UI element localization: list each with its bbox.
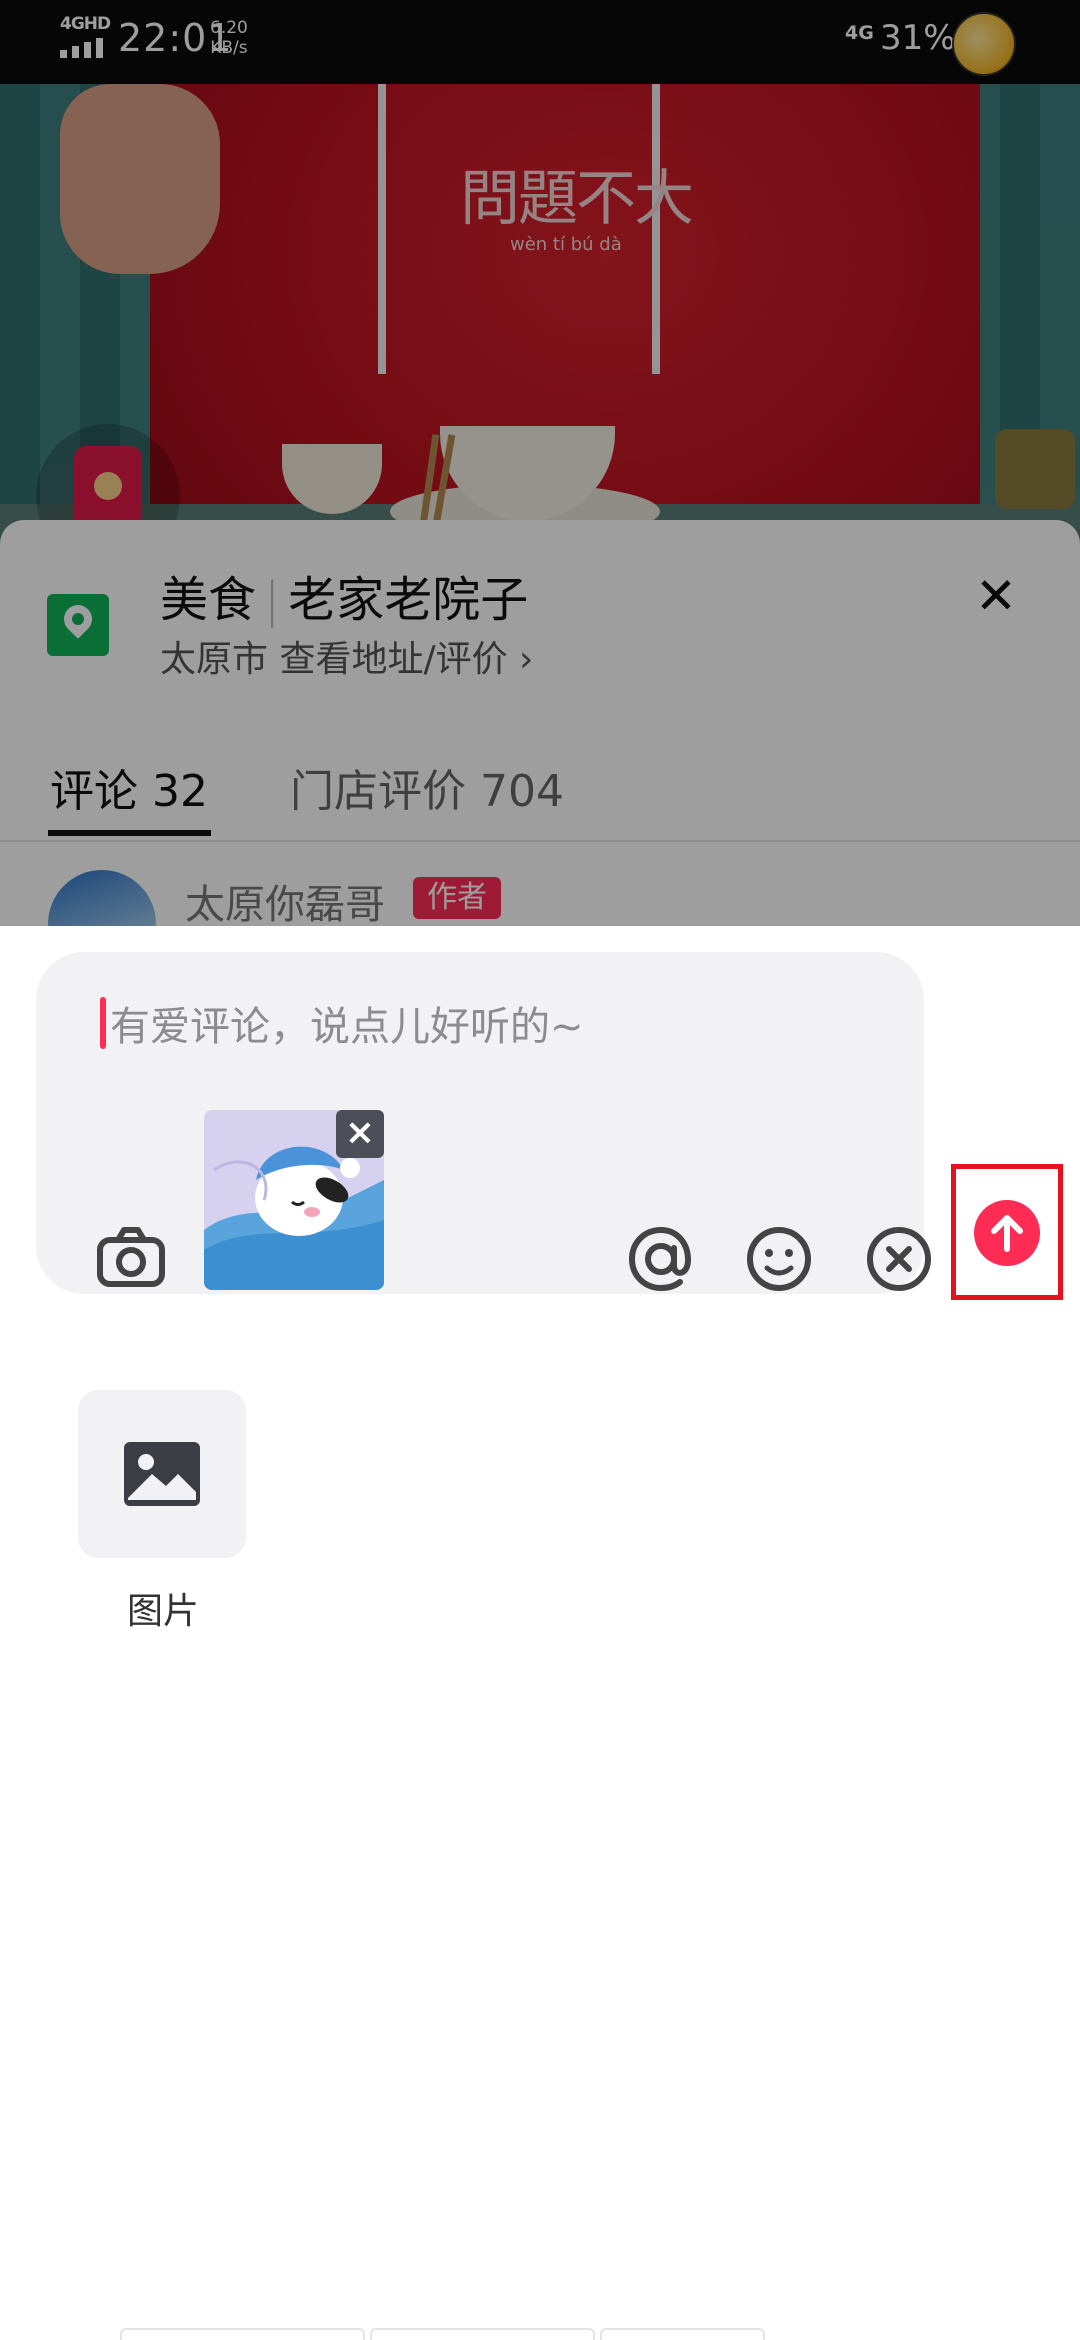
image-picker-label: 图片 (127, 1591, 200, 1632)
comment-input-sheet: 有爱评论，说点儿好听的~ × 图片 (0, 926, 1080, 2340)
camera-icon[interactable] (94, 1222, 168, 1296)
comment-input[interactable]: 有爱评论，说点儿好听的~ × (36, 952, 931, 1296)
text-caret (100, 997, 106, 1049)
bottom-edge (120, 2328, 960, 2340)
arrow-up-icon (991, 1215, 1023, 1252)
clear-icon[interactable] (862, 1222, 936, 1296)
comment-placeholder: 有爱评论，说点儿好听的~ (110, 1004, 584, 1050)
emoji-icon[interactable] (742, 1222, 816, 1296)
dim-overlay[interactable] (0, 0, 1080, 926)
remove-sticker-button[interactable]: × (336, 1110, 384, 1158)
at-icon[interactable] (624, 1222, 698, 1296)
image-icon (124, 1442, 200, 1506)
image-picker-tile[interactable] (78, 1390, 246, 1558)
send-button[interactable] (974, 1200, 1040, 1266)
